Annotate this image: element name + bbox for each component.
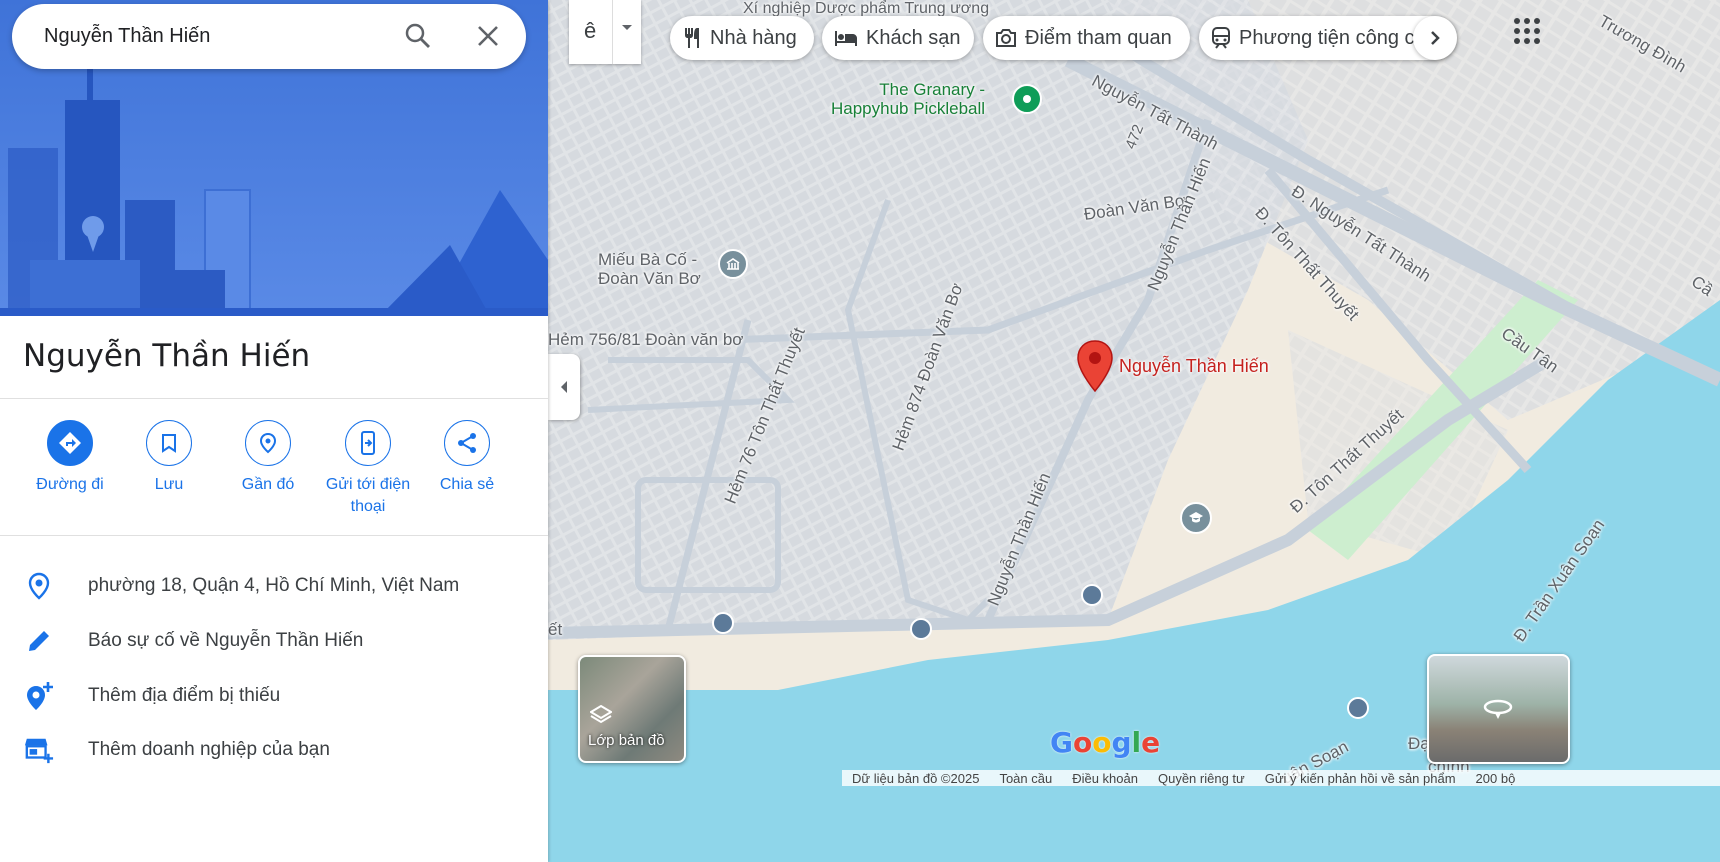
lang-glyph: ê: [584, 18, 597, 43]
add-business-row[interactable]: Thêm doanh nghiệp của bạn: [0, 722, 548, 776]
google-logo-letter: l: [1131, 726, 1142, 759]
apps-grid-icon: [1514, 18, 1540, 44]
chip-label: Nhà hàng: [710, 26, 797, 49]
add-location-icon: [24, 681, 54, 711]
layer-toggle-button[interactable]: Lớp bản đồ: [578, 655, 686, 763]
bus-stop-icon[interactable]: [712, 612, 734, 634]
directions-label: Đường đi: [36, 476, 104, 493]
phone-send-icon: [361, 431, 375, 455]
map-data-credit: Dữ liệu bản đồ ©2025: [852, 770, 980, 786]
chip-attractions[interactable]: Điểm tham quan: [983, 16, 1190, 60]
add-place-text: Thêm địa điểm bị thiếu: [88, 685, 281, 706]
report-issue-row[interactable]: Báo sự cố về Nguyễn Thần Hiến: [0, 613, 548, 667]
search-icon: [405, 23, 430, 48]
nearby-circle: [245, 420, 291, 466]
chip-label: Khách sạn: [866, 26, 961, 49]
directions-button[interactable]: Đường đi: [15, 420, 125, 496]
chips-next-button[interactable]: [1413, 16, 1457, 60]
divider: [0, 398, 548, 399]
chevron-right-icon: [1431, 31, 1440, 45]
nearby-button[interactable]: Gần đó: [213, 420, 323, 496]
school-marker-icon[interactable]: [1180, 502, 1212, 534]
input-tools-button[interactable]: ê: [569, 0, 641, 64]
google-logo-letter: o: [1092, 726, 1112, 759]
google-logo: Google: [1050, 726, 1160, 759]
share-label: Chia sẻ: [439, 476, 495, 493]
park-marker-icon[interactable]: [1012, 84, 1042, 114]
share-icon: [458, 433, 476, 453]
save-circle: [146, 420, 192, 466]
caret-left-icon: [561, 381, 567, 393]
send-to-phone-button[interactable]: Gửi tới điện thoại: [313, 420, 423, 518]
location-pin-icon[interactable]: [1076, 339, 1114, 398]
add-business-text: Thêm doanh nghiệp của bạn: [88, 739, 330, 760]
google-logo-letter: o: [1072, 726, 1093, 759]
scale-label[interactable]: 200 bộ: [1476, 771, 1516, 786]
address-text: phường 18, Quận 4, Hồ Chí Minh, Việt Nam: [88, 575, 460, 596]
nearby-label: Gần đó: [241, 476, 295, 493]
camera-icon: [996, 29, 1016, 47]
send-to-phone-label: Gửi tới điện thoại: [325, 476, 411, 515]
share-button[interactable]: Chia sẻ: [412, 420, 522, 496]
report-issue-text: Báo sự cố về Nguyễn Thần Hiến: [88, 630, 364, 651]
google-logo-letter: e: [1141, 726, 1161, 759]
map-footer: Dữ liệu bản đồ ©2025 Toàn cầu Điều khoản…: [842, 770, 1720, 786]
bookmark-icon: [162, 434, 176, 453]
send-to-phone-circle: [345, 420, 391, 466]
address-row[interactable]: phường 18, Quận 4, Hồ Chí Minh, Việt Nam: [0, 558, 548, 612]
search-box[interactable]: Nguyễn Thần Hiến: [12, 4, 526, 69]
clear-search-button[interactable]: [468, 16, 508, 56]
train-icon: [1212, 27, 1230, 49]
place-panel: Nguyễn Thần Hiến Nguyễn Thần Hiến Đường …: [0, 0, 548, 862]
directions-icon: [59, 432, 81, 454]
close-icon: [478, 26, 498, 46]
road-label-left: ết: [548, 620, 563, 639]
save-button[interactable]: Lưu: [114, 420, 224, 496]
divider: [0, 535, 548, 536]
street-view-thumbnail[interactable]: [1427, 654, 1570, 764]
footer-link-privacy[interactable]: Quyền riêng tư: [1158, 771, 1245, 786]
bus-stop-icon[interactable]: [1347, 697, 1369, 719]
layers-icon: [590, 705, 612, 724]
search-input[interactable]: Nguyễn Thần Hiến: [44, 25, 210, 48]
save-label: Lưu: [154, 476, 184, 493]
fork-knife-icon: [685, 28, 699, 48]
bus-stop-icon[interactable]: [1081, 584, 1103, 606]
location-pin-icon: [24, 571, 54, 601]
rotate-360-icon: [1483, 699, 1513, 719]
google-logo-letter: G: [1050, 726, 1073, 759]
layer-toggle-label: Lớp bản đồ: [588, 732, 665, 749]
pin-label[interactable]: Nguyễn Thần Hiến: [1119, 356, 1269, 377]
add-business-icon: [24, 735, 54, 765]
google-logo-letter: g: [1111, 726, 1132, 759]
apps-grid-button[interactable]: [1512, 16, 1542, 46]
nearby-search-icon: [259, 432, 277, 454]
chip-hotels[interactable]: Khách sạn: [822, 16, 974, 60]
chip-restaurants[interactable]: Nhà hàng: [670, 16, 814, 60]
poi-label-temple[interactable]: Miếu Bà Cố - Đoàn Văn Bơ: [598, 250, 701, 288]
footer-link-terms[interactable]: Điều khoản: [1072, 771, 1138, 786]
poi-label-pickleball[interactable]: The Granary - Happyhub Pickleball: [831, 80, 985, 118]
footer-link-feedback[interactable]: Gửi ý kiến phản hồi về sản phẩm: [1265, 771, 1456, 786]
divider: [612, 0, 613, 64]
add-place-row[interactable]: Thêm địa điểm bị thiếu: [0, 668, 548, 722]
road-label-hem756: Hẻm 756/81 Đoàn văn bơ: [548, 330, 744, 349]
search-button[interactable]: [398, 16, 438, 56]
place-title: Nguyễn Thần Hiến: [23, 338, 311, 374]
bed-icon: [835, 31, 857, 46]
temple-marker-icon[interactable]: [718, 249, 748, 279]
footer-link-global[interactable]: Toàn cầu: [999, 771, 1052, 786]
place-hero-illustration: Nguyễn Thần Hiến: [0, 0, 548, 316]
collapse-panel-button[interactable]: [548, 354, 580, 420]
caret-down-icon: [622, 25, 632, 30]
bus-stop-icon[interactable]: [910, 618, 932, 640]
directions-circle: [47, 420, 93, 466]
chip-label: Điểm tham quan: [1025, 26, 1172, 49]
pencil-icon: [24, 626, 54, 656]
share-circle: [444, 420, 490, 466]
